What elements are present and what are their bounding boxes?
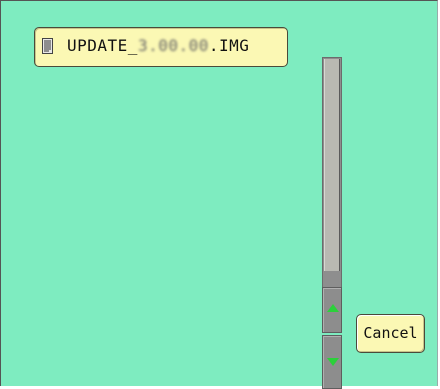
scrollbar-thumb[interactable]	[324, 59, 340, 271]
cancel-button[interactable]: Cancel	[356, 314, 425, 353]
file-list-item[interactable]: UPDATE_3.00.00.IMG	[34, 27, 288, 67]
scroll-down-button[interactable]	[322, 335, 342, 389]
scrollbar-track[interactable]	[322, 57, 342, 289]
scroll-up-button[interactable]	[322, 287, 342, 333]
file-name-prefix: UPDATE_	[67, 36, 138, 55]
file-name-extension: .IMG	[208, 36, 250, 55]
file-select-screen: UPDATE_3.00.00.IMG Cancel	[0, 0, 438, 389]
up-arrow-icon	[327, 304, 339, 312]
document-icon	[42, 38, 53, 54]
file-name: UPDATE_3.00.00.IMG	[67, 36, 249, 55]
down-arrow-icon	[327, 358, 339, 366]
file-name-version: 3.00.00	[137, 36, 209, 55]
